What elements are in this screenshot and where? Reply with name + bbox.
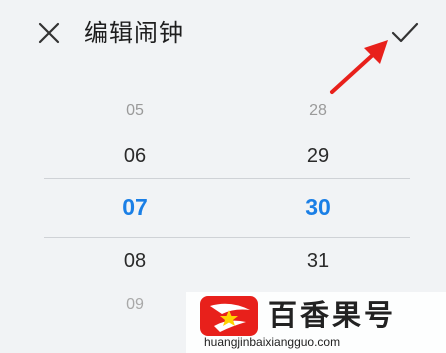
logo-icon [200,296,258,336]
hour-item[interactable]: 09 [80,296,190,314]
hour-item[interactable]: 06 [80,145,190,168]
minute-item[interactable]: 29 [263,145,373,168]
minute-item-selected[interactable]: 30 [263,194,373,221]
red-arrow-annotation [330,40,388,94]
close-icon [38,22,60,44]
selection-divider-top [44,178,410,179]
close-button[interactable] [34,18,64,48]
minute-item[interactable]: 31 [263,250,373,273]
watermark: 百香果号 huangjinbaixiangguo.com [186,292,446,353]
watermark-url: huangjinbaixiangguo.com [204,335,341,349]
hour-item-selected[interactable]: 07 [80,194,190,221]
hour-item[interactable]: 08 [80,250,190,273]
page-title: 编辑闹钟 [84,19,184,47]
watermark-brand: 百香果号 [268,298,397,332]
minute-item[interactable]: 28 [263,102,373,120]
selection-divider-bottom [44,237,410,238]
hour-item[interactable]: 05 [80,102,190,120]
